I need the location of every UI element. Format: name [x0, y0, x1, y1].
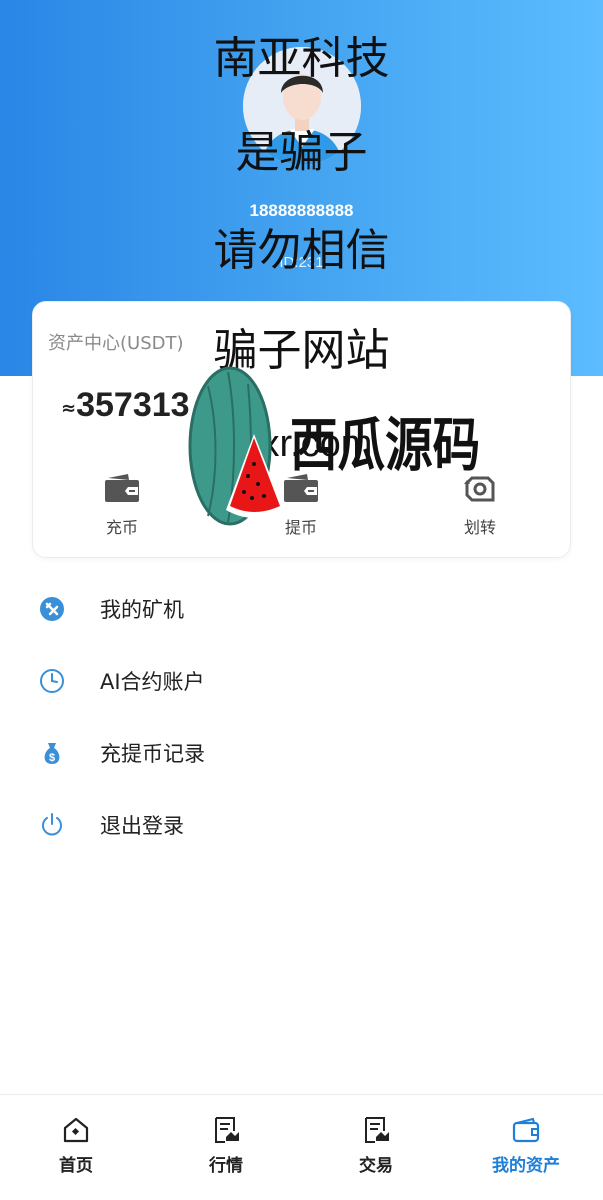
menu-item-ai-contract[interactable]: AI合约账户 — [0, 652, 603, 708]
menu-item-deposit-withdraw-records[interactable]: $ 充提币记录 — [0, 724, 603, 780]
balance-value: 357313 — [76, 386, 190, 424]
transfer-button[interactable]: 划转 — [430, 472, 530, 538]
watermark-line-1: 南亚科技 — [213, 33, 390, 84]
tab-home[interactable]: 首页 — [21, 1115, 131, 1176]
bottom-tab-bar: 首页 行情 交易 我的资产 — [0, 1094, 603, 1200]
menu-item-label: 我的矿机 — [100, 598, 184, 622]
watermark-line-4: 骗子网站 — [213, 325, 390, 376]
trade-icon — [365, 1117, 389, 1143]
tab-label: 我的资产 — [492, 1156, 560, 1176]
tab-market[interactable]: 行情 — [171, 1115, 281, 1176]
user-phone: 18888888888 — [249, 201, 354, 220]
wallet-deposit-icon — [105, 474, 139, 502]
power-icon — [42, 813, 62, 836]
clock-icon — [40, 669, 64, 693]
transfer-label: 划转 — [463, 518, 496, 537]
tab-trade[interactable]: 交易 — [321, 1115, 431, 1176]
miner-icon — [40, 597, 64, 621]
asset-balance: ≈357313 — [61, 386, 190, 425]
money-bag-icon: $ — [44, 743, 60, 764]
menu-item-label: 退出登录 — [100, 814, 184, 838]
svg-text:$: $ — [49, 752, 55, 764]
tab-label: 首页 — [59, 1156, 93, 1176]
watermark-brand: 西瓜源码 — [290, 411, 481, 479]
deposit-label: 充币 — [105, 518, 138, 537]
approx-sign: ≈ — [61, 398, 77, 419]
menu-item-label: 充提币记录 — [100, 742, 205, 766]
menu-item-label: AI合约账户 — [100, 670, 205, 694]
watermark-line-3: 请勿相信 — [213, 225, 390, 276]
market-icon — [215, 1117, 239, 1143]
home-icon — [63, 1117, 89, 1143]
deposit-button[interactable]: 充币 — [72, 472, 172, 538]
menu-item-my-miner[interactable]: 我的矿机 — [0, 580, 603, 636]
wallet-icon — [512, 1117, 540, 1143]
watermelon-logo-icon — [188, 366, 284, 526]
tab-label: 行情 — [209, 1156, 243, 1176]
tab-label: 交易 — [359, 1156, 393, 1176]
watermark-line-2: 是骗子 — [235, 127, 368, 178]
tab-my-assets[interactable]: 我的资产 — [471, 1115, 581, 1176]
menu-item-logout[interactable]: 退出登录 — [0, 796, 603, 852]
